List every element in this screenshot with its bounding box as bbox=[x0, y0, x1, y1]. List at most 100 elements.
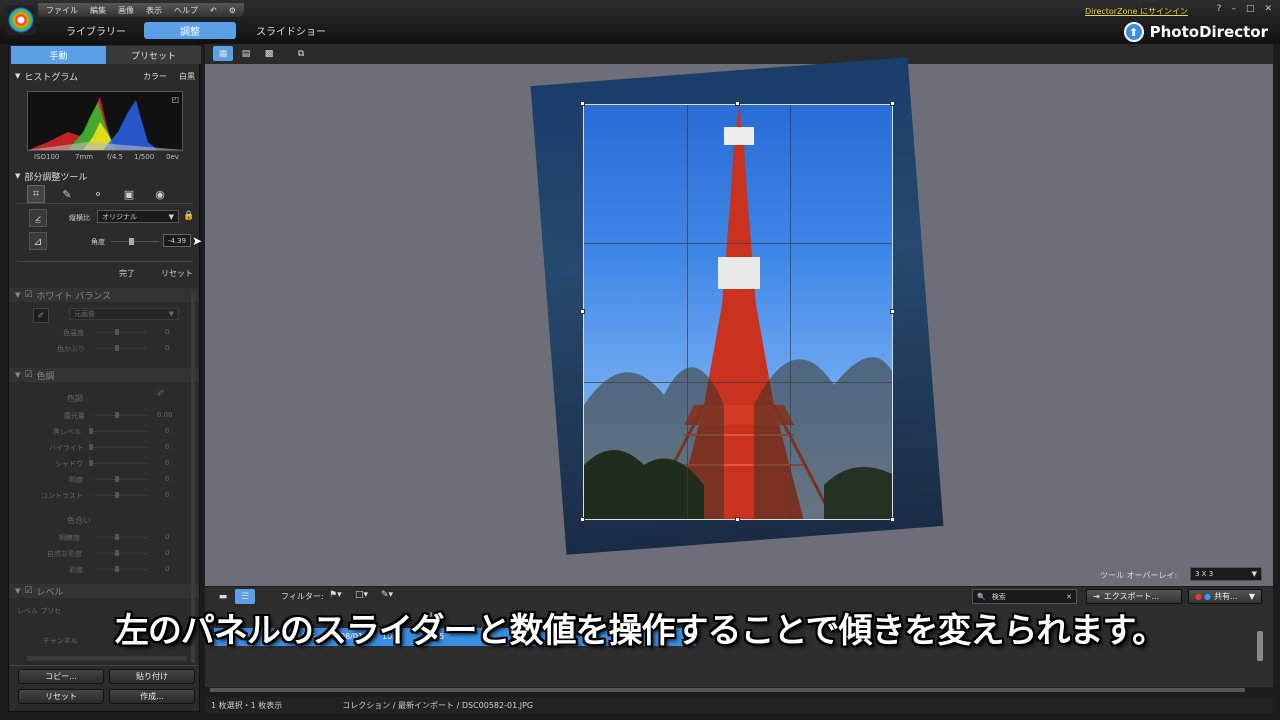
checkbox-icon[interactable]: ☑ bbox=[24, 290, 32, 300]
crop-handle-top[interactable] bbox=[735, 101, 740, 106]
tab-manual[interactable]: 手動 bbox=[11, 46, 106, 64]
clear-search-icon[interactable]: ✕ bbox=[1066, 593, 1072, 601]
brand-logo: ⬆ PhotoDirector bbox=[1123, 22, 1268, 42]
angle-value: -4.39 bbox=[167, 236, 187, 245]
angle-slider-track[interactable] bbox=[111, 241, 159, 242]
brush-icon[interactable]: ✎ bbox=[58, 185, 76, 203]
highlight-thumb[interactable] bbox=[89, 444, 93, 450]
tone-header[interactable]: ▼ ☑ 色調 bbox=[9, 368, 199, 382]
aspect-ratio-select[interactable]: オリジナル ▼ bbox=[97, 210, 179, 223]
edit-filter-icon[interactable]: ✎▾ bbox=[381, 590, 393, 600]
export-button[interactable]: ⇥ エクスポート... bbox=[1086, 589, 1182, 604]
clarity-thumb[interactable] bbox=[115, 534, 119, 540]
crop-handle-right[interactable] bbox=[890, 309, 895, 314]
menu-file[interactable]: ファイル bbox=[46, 5, 78, 16]
help-button[interactable]: ? bbox=[1217, 4, 1222, 14]
checkbox-icon[interactable]: ☑ bbox=[24, 370, 32, 380]
paste-button[interactable]: 貼り付け bbox=[109, 669, 195, 684]
pin-icon[interactable]: ✐ bbox=[157, 389, 165, 399]
wb-temp-slider[interactable] bbox=[97, 332, 147, 333]
copy-button[interactable]: コピー... bbox=[18, 669, 104, 684]
undo-icon[interactable]: ↶ bbox=[210, 6, 217, 15]
tool-overlay-select[interactable]: 3 X 3 ▼ bbox=[1190, 567, 1262, 581]
compare-view-icon[interactable]: ▤ bbox=[236, 46, 256, 61]
crop-handle-bottom[interactable] bbox=[735, 517, 740, 522]
menu-help[interactable]: ヘルプ bbox=[174, 5, 198, 16]
straighten-tool-icon[interactable]: ⦤ bbox=[29, 209, 47, 227]
filmstrip-view-icon[interactable]: ▬ bbox=[213, 589, 233, 604]
levels-header[interactable]: ▼ ☑ レベル bbox=[9, 584, 199, 598]
maximize-button[interactable]: □ bbox=[1246, 4, 1255, 14]
black-level-slider[interactable] bbox=[89, 431, 147, 432]
lock-icon[interactable]: 🔒 bbox=[183, 211, 194, 221]
flag-filter-icon[interactable]: ⚑▾ bbox=[329, 590, 342, 600]
close-button[interactable]: ✕ bbox=[1264, 4, 1272, 14]
list-view-icon[interactable]: ☰ bbox=[235, 589, 255, 604]
crop-handle-bottom-right[interactable] bbox=[890, 517, 895, 522]
angle-slider-thumb[interactable] bbox=[129, 238, 134, 245]
settings-gear-icon[interactable]: ⚙ bbox=[229, 6, 236, 15]
directorzone-signin-link[interactable]: DirectorZone にサインイン bbox=[1085, 6, 1188, 17]
contrast-slider[interactable] bbox=[95, 495, 147, 496]
contrast-thumb[interactable] bbox=[115, 492, 119, 498]
wb-temp-thumb[interactable] bbox=[115, 329, 119, 335]
white-balance-select[interactable]: 元画像 ▼ bbox=[69, 308, 179, 320]
brightness-thumb[interactable] bbox=[115, 476, 119, 482]
shadow-thumb[interactable] bbox=[89, 460, 93, 466]
reset-button[interactable]: リセット bbox=[18, 689, 104, 704]
checkbox-icon[interactable]: ☑ bbox=[24, 586, 32, 596]
menu-edit[interactable]: 編集 bbox=[90, 5, 106, 16]
tab-preset[interactable]: プリセット bbox=[106, 46, 201, 64]
saturation-thumb[interactable] bbox=[115, 566, 119, 572]
white-balance-header[interactable]: ▼ ☑ ホワイト バランス bbox=[9, 288, 199, 302]
wb-tint-slider[interactable] bbox=[97, 348, 147, 349]
create-button[interactable]: 作成... bbox=[109, 689, 195, 704]
photo-canvas[interactable] bbox=[205, 57, 1273, 586]
crop-icon[interactable]: ⌗ bbox=[27, 185, 45, 203]
crop-handle-top-left[interactable] bbox=[580, 101, 585, 106]
crop-handle-top-right[interactable] bbox=[890, 101, 895, 106]
crop-handle-bottom-left[interactable] bbox=[580, 517, 585, 522]
local-tools-header[interactable]: ▼ 部分調整ツール bbox=[9, 169, 199, 183]
vibrance-slider[interactable] bbox=[95, 553, 147, 554]
crop-handle-left[interactable] bbox=[580, 309, 585, 314]
histogram-color-toggle[interactable]: カラー bbox=[143, 71, 167, 82]
spot-removal-icon[interactable]: ⚬ bbox=[89, 185, 107, 203]
exposure-thumb[interactable] bbox=[115, 412, 119, 418]
reset-crop-button[interactable]: リセット bbox=[161, 268, 193, 279]
menu-view[interactable]: 表示 bbox=[146, 5, 162, 16]
wb-tint-thumb[interactable] bbox=[115, 345, 119, 351]
minimize-button[interactable]: – bbox=[1231, 4, 1236, 14]
angle-input[interactable]: -4.39 bbox=[163, 234, 191, 247]
share-button[interactable]: ● ● 共有... ▼ bbox=[1188, 589, 1262, 604]
red-eye-icon[interactable]: ◉ bbox=[151, 185, 169, 203]
second-monitor-icon[interactable]: ⧉ bbox=[291, 46, 311, 61]
brightness-slider[interactable] bbox=[95, 479, 147, 480]
histogram-header[interactable]: ▼ ヒストグラム bbox=[9, 69, 199, 83]
chevron-down-icon: ▼ bbox=[168, 212, 174, 221]
eyedropper-icon[interactable]: ✐ bbox=[33, 308, 49, 323]
highlight-slider[interactable] bbox=[89, 447, 147, 448]
gradient-mask-icon[interactable]: ▣ bbox=[120, 185, 138, 203]
vibrance-thumb[interactable] bbox=[115, 550, 119, 556]
black-level-thumb[interactable] bbox=[89, 428, 93, 434]
crop-area[interactable] bbox=[583, 104, 893, 520]
tab-adjust[interactable]: 調整 bbox=[144, 22, 236, 39]
menu-image[interactable]: 画像 bbox=[118, 5, 134, 16]
shadow-slider[interactable] bbox=[89, 463, 147, 464]
single-view-icon[interactable]: ▦ bbox=[213, 46, 233, 61]
histogram-expand-icon[interactable]: ◰ bbox=[171, 95, 179, 104]
horizontal-scrollbar[interactable] bbox=[210, 688, 1245, 692]
tab-slideshow[interactable]: スライドショー bbox=[238, 22, 344, 39]
exposure-slider[interactable] bbox=[95, 415, 147, 416]
divider bbox=[17, 261, 193, 262]
grid-view-icon[interactable]: ▩ bbox=[259, 46, 279, 61]
tab-library[interactable]: ライブラリー bbox=[48, 22, 144, 39]
search-field[interactable]: 🔍 検索 ✕ bbox=[972, 589, 1077, 604]
level-tool-icon[interactable]: ⊿ bbox=[29, 232, 47, 250]
histogram-mono-toggle[interactable]: 白黒 bbox=[179, 71, 195, 82]
label-filter-icon[interactable]: □▾ bbox=[355, 590, 368, 600]
done-button[interactable]: 完了 bbox=[119, 268, 135, 279]
saturation-slider[interactable] bbox=[95, 569, 147, 570]
clarity-slider[interactable] bbox=[95, 537, 147, 538]
